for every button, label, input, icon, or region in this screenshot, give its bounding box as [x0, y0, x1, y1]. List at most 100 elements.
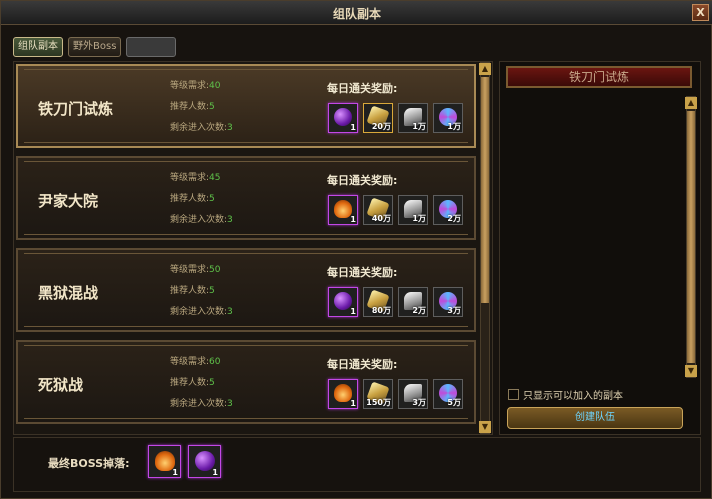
boss-drop-label: 最终BOSS掉落: [48, 457, 130, 470]
reward-slot[interactable]: 40万 [363, 195, 393, 225]
dungeon-info-row: 等级需求:40 [170, 78, 221, 91]
reward-count: 1万 [412, 122, 426, 131]
reward-slot[interactable]: 20万 [363, 103, 393, 133]
dungeon-info-row: 剩余进入次数:3 [170, 396, 233, 409]
item-count: 1 [172, 468, 178, 477]
reward-slot[interactable]: 1 [328, 195, 358, 225]
reward-slot[interactable]: 1 [328, 287, 358, 317]
dungeon-info-row: 等级需求:45 [170, 170, 221, 183]
info-label: 等级需求: [170, 265, 210, 275]
dungeon-info-row: 等级需求:60 [170, 354, 221, 367]
info-label: 剩余进入次数: [170, 399, 228, 409]
reward-slot[interactable]: 1万 [433, 103, 463, 133]
scroll-thumb[interactable] [481, 77, 489, 303]
info-label: 等级需求: [170, 357, 210, 367]
dungeon-info-row: 等级需求:50 [170, 262, 221, 275]
reward-slot[interactable]: 150万 [363, 379, 393, 409]
dungeon-entry[interactable]: 尹家大院 等级需求:45 推荐人数:5 剩余进入次数:3 每日通关奖励: 1 40万 1万 2万 [16, 156, 476, 240]
dungeon-info-row: 剩余进入次数:3 [170, 212, 233, 225]
info-label: 剩余进入次数: [170, 215, 228, 225]
reward-slot[interactable]: 1万 [398, 195, 428, 225]
dungeon-info-row: 剩余进入次数:3 [170, 304, 233, 317]
boss-drop-item[interactable]: 1 [148, 445, 181, 478]
info-value: 5 [209, 194, 215, 204]
info-value: 50 [209, 265, 221, 275]
list-scrollbar[interactable]: ▲ ▼ [479, 62, 491, 434]
scroll-thumb[interactable] [687, 111, 695, 363]
window-title: 组队副本 [332, 7, 381, 21]
reward-count: 1万 [447, 122, 461, 131]
joinable-filter[interactable]: 只显示可以加入的副本 [508, 387, 623, 402]
reward-label: 每日通关奖励: [327, 358, 398, 371]
reward-slot[interactable]: 3万 [398, 379, 428, 409]
team-panel: 铁刀门试炼 ▲ ▼ 只显示可以加入的副本 创建队伍 [499, 61, 701, 435]
dungeon-info-row: 推荐人数:5 [170, 375, 215, 388]
info-value: 5 [209, 286, 215, 296]
reward-count: 1万 [412, 214, 426, 223]
info-label: 推荐人数: [170, 378, 210, 388]
dungeon-entry[interactable]: 死狱战 等级需求:60 推荐人数:5 剩余进入次数:3 每日通关奖励: 1 150万 3万 5万 [16, 340, 476, 424]
reward-slot[interactable]: 2万 [433, 195, 463, 225]
reward-slot[interactable]: 3万 [433, 287, 463, 317]
info-label: 等级需求: [170, 173, 210, 183]
title-bar[interactable]: 组队副本 X [1, 1, 712, 25]
reward-slot[interactable]: 1万 [398, 103, 428, 133]
reward-count: 2万 [447, 214, 461, 223]
joinable-checkbox-label: 只显示可以加入的副本 [523, 391, 623, 402]
reward-slot[interactable]: 5万 [433, 379, 463, 409]
team-scrollbar[interactable]: ▲ ▼ [685, 96, 697, 378]
info-value: 60 [209, 357, 221, 367]
info-label: 等级需求: [170, 81, 210, 91]
selected-dungeon-header: 铁刀门试炼 [506, 66, 692, 88]
reward-count: 5万 [447, 398, 461, 407]
reward-count: 2万 [412, 306, 426, 315]
dungeon-entry[interactable]: 黑狱混战 等级需求:50 推荐人数:5 剩余进入次数:3 每日通关奖励: 1 80万 2万 3万 [16, 248, 476, 332]
info-value: 3 [227, 123, 233, 133]
scroll-down-icon[interactable]: ▼ [685, 365, 697, 377]
reward-slot[interactable]: 2万 [398, 287, 428, 317]
boss-drop-bar: 最终BOSS掉落: 1 1 [13, 437, 701, 492]
info-value: 5 [209, 102, 215, 112]
create-team-button[interactable]: 创建队伍 [507, 407, 683, 429]
boss-drop-item[interactable]: 1 [188, 445, 221, 478]
info-label: 推荐人数: [170, 194, 210, 204]
reward-count: 150万 [366, 398, 391, 407]
scroll-up-icon[interactable]: ▲ [479, 63, 491, 75]
dungeon-info-row: 推荐人数:5 [170, 99, 215, 112]
dungeon-name: 黑狱混战 [38, 284, 99, 302]
info-label: 推荐人数: [170, 102, 210, 112]
reward-slot[interactable]: 1 [328, 379, 358, 409]
reward-slot[interactable]: 1 [328, 103, 358, 133]
tab-bar: 组队副本 野外Boss [13, 37, 177, 57]
scroll-up-icon[interactable]: ▲ [685, 97, 697, 109]
dungeon-info-row: 推荐人数:5 [170, 191, 215, 204]
reward-slot[interactable]: 80万 [363, 287, 393, 317]
reward-count: 1 [350, 123, 356, 132]
dungeon-list: 铁刀门试炼 等级需求:40 推荐人数:5 剩余进入次数:3 每日通关奖励: 1 20万 1万 1… [13, 61, 493, 435]
tab-team-dungeon[interactable]: 组队副本 [13, 37, 63, 57]
dungeon-name: 铁刀门试炼 [38, 100, 114, 118]
dungeon-info-row: 推荐人数:5 [170, 283, 215, 296]
dungeon-name: 尹家大院 [38, 192, 99, 210]
scroll-down-icon[interactable]: ▼ [479, 421, 491, 433]
dungeon-entry[interactable]: 铁刀门试炼 等级需求:40 推荐人数:5 剩余进入次数:3 每日通关奖励: 1 20万 1万 1… [16, 64, 476, 148]
dungeon-window: 组队副本 X 组队副本 野外Boss 铁刀门试炼 等级需求:40 推荐人数:5 剩余进… [0, 0, 712, 499]
info-label: 剩余进入次数: [170, 307, 228, 317]
info-value: 3 [227, 399, 233, 409]
reward-count: 3万 [412, 398, 426, 407]
dungeon-name: 死狱战 [38, 376, 84, 394]
tab-field-boss[interactable]: 野外Boss [68, 37, 122, 57]
reward-count: 40万 [371, 214, 391, 223]
close-button[interactable]: X [692, 4, 709, 21]
reward-count: 1 [350, 215, 356, 224]
joinable-checkbox[interactable] [508, 389, 519, 400]
reward-count: 80万 [371, 306, 391, 315]
info-value: 40 [209, 81, 221, 91]
info-label: 剩余进入次数: [170, 123, 228, 133]
item-count: 1 [212, 468, 218, 477]
tab-blank[interactable] [126, 37, 177, 57]
reward-label: 每日通关奖励: [327, 82, 398, 95]
info-value: 3 [227, 215, 233, 225]
reward-label: 每日通关奖励: [327, 266, 398, 279]
reward-count: 20万 [371, 122, 391, 131]
